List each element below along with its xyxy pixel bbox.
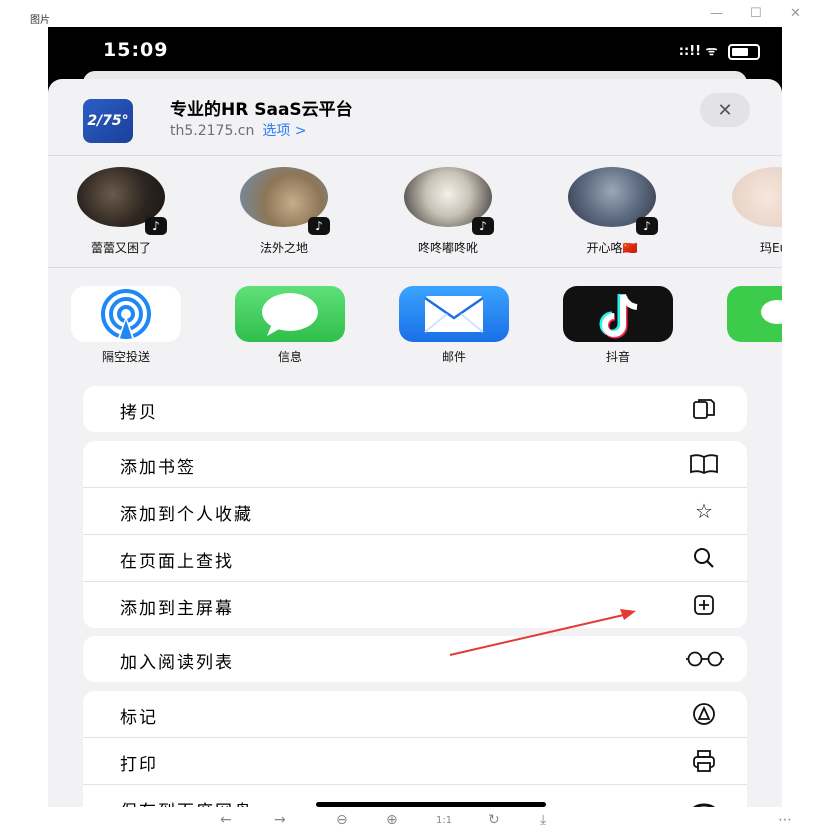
markup-icon: [689, 701, 719, 727]
share-url: th5.2175.cn: [170, 123, 255, 139]
phone-screenshot: 15:09 ::!! ᯤ 2/75° 专业的HR SaaS云平台 th5.217…: [48, 27, 782, 807]
douyin-badge-icon: ♪: [472, 217, 494, 235]
douyin-icon: [563, 286, 673, 342]
contact-item[interactable]: ♪ 法外之地: [224, 167, 344, 256]
avatar: ♪: [568, 167, 658, 235]
contact-name: 法外之地: [259, 241, 308, 255]
share-subtitle: th5.2175.cn 选项 >: [170, 120, 307, 140]
maximize-button[interactable]: ☐: [750, 6, 762, 21]
status-icons: ::!! ᯤ: [679, 41, 760, 60]
zoom-in-button[interactable]: ⊕: [386, 812, 398, 828]
app-name: 隔空投送: [101, 350, 150, 364]
contact-item[interactable]: ♪ 咚咚嘟咚吪: [388, 167, 508, 256]
app-name: 抖音: [605, 350, 630, 364]
messages-icon: [235, 286, 345, 342]
minimize-button[interactable]: —: [710, 6, 723, 21]
action-home-screen[interactable]: 添加到主屏幕: [83, 582, 747, 628]
contact-item[interactable]: 玛Eut: [716, 167, 782, 256]
divider: [48, 267, 782, 268]
copy-icon: [689, 396, 719, 422]
avatar: ♪: [240, 167, 330, 235]
action-label: 添加到主屏幕: [120, 599, 234, 619]
battery-icon: [728, 43, 760, 60]
contact-name: 开心咯🇨🇳: [586, 241, 638, 255]
mail-icon: [399, 286, 509, 342]
printer-icon: [689, 748, 719, 774]
contact-name: 蕾蕾又困了: [90, 241, 151, 255]
divider: [48, 155, 782, 156]
book-icon: [689, 451, 719, 477]
signal-icon: ::!!: [678, 44, 702, 59]
action-bookmark[interactable]: 添加书签: [83, 441, 747, 488]
action-find[interactable]: 在页面上查找: [83, 535, 747, 582]
avatar: ♪: [404, 167, 494, 235]
star-icon: ☆: [695, 499, 713, 523]
action-label: 加入阅读列表: [120, 653, 234, 673]
action-reading-list[interactable]: 加入阅读列表: [83, 636, 747, 682]
app-mail[interactable]: 邮件: [394, 286, 514, 365]
window-title: 图片: [30, 15, 50, 26]
action-group: 拷贝: [83, 386, 747, 432]
viewer-toolbar: ← → ⊖ ⊕ 1:1 ↻ ⤓ ⋯: [0, 812, 814, 834]
home-indicator: [316, 802, 546, 807]
baidu-pan-icon: [689, 795, 719, 807]
action-label: 标记: [120, 708, 158, 728]
action-copy[interactable]: 拷贝: [83, 386, 747, 432]
wifi-icon: ᯤ: [705, 44, 718, 59]
action-group: 标记 打印 保存到百度网盘: [83, 691, 747, 807]
action-label: 保存到百度网盘: [120, 797, 253, 807]
actual-size-button[interactable]: 1:1: [436, 815, 452, 826]
search-icon: [689, 545, 719, 571]
share-title: 专业的HR SaaS云平台: [170, 100, 353, 120]
avatar: ♪: [77, 167, 167, 235]
action-label: 添加到个人收藏: [120, 505, 253, 525]
close-sheet-button[interactable]: ✕: [700, 93, 750, 127]
douyin-badge-icon: ♪: [308, 217, 330, 235]
app-airdrop[interactable]: 隔空投送: [66, 286, 186, 365]
action-print[interactable]: 打印: [83, 738, 747, 785]
contact-item[interactable]: ♪ 蕾蕾又困了: [61, 167, 181, 256]
action-label: 在页面上查找: [120, 552, 234, 572]
airdrop-icon: [71, 286, 181, 342]
action-markup[interactable]: 标记: [83, 691, 747, 738]
glasses-icon: [685, 646, 725, 672]
avatar: [732, 167, 782, 227]
action-favorites[interactable]: 添加到个人收藏 ☆: [83, 488, 747, 535]
back-button[interactable]: ←: [220, 812, 232, 828]
zoom-out-button[interactable]: ⊖: [336, 812, 348, 828]
app-name: 信息: [277, 350, 302, 364]
site-icon: 2/75°: [83, 99, 133, 143]
app-messages[interactable]: 信息: [230, 286, 350, 365]
app-douyin[interactable]: 抖音: [558, 286, 678, 365]
douyin-badge-icon: ♪: [636, 217, 658, 235]
download-button[interactable]: ⤓: [540, 812, 546, 828]
options-link[interactable]: 选项 >: [262, 123, 306, 139]
action-group: 添加书签 添加到个人收藏 ☆ 在页面上查找 添加到主屏幕: [83, 441, 747, 628]
close-window-button[interactable]: ✕: [790, 6, 801, 21]
action-label: 拷贝: [120, 403, 158, 423]
forward-button[interactable]: →: [274, 812, 286, 828]
app-wechat[interactable]: [722, 286, 782, 348]
app-name: 邮件: [441, 350, 466, 364]
contact-name: 玛Eut: [760, 241, 782, 255]
status-time: 15:09: [103, 39, 169, 61]
action-group: 加入阅读列表: [83, 636, 747, 682]
more-button[interactable]: ⋯: [778, 812, 792, 828]
action-label: 打印: [120, 755, 158, 775]
rotate-button[interactable]: ↻: [488, 812, 500, 828]
wechat-icon: [727, 286, 782, 342]
contact-item[interactable]: ♪ 开心咯🇨🇳: [552, 167, 672, 256]
contact-name: 咚咚嘟咚吪: [417, 241, 478, 255]
share-sheet: 2/75° 专业的HR SaaS云平台 th5.2175.cn 选项 > ✕ ♪ …: [48, 79, 782, 807]
plus-square-icon: [689, 592, 719, 618]
douyin-badge-icon: ♪: [145, 217, 167, 235]
action-label: 添加书签: [120, 458, 196, 478]
